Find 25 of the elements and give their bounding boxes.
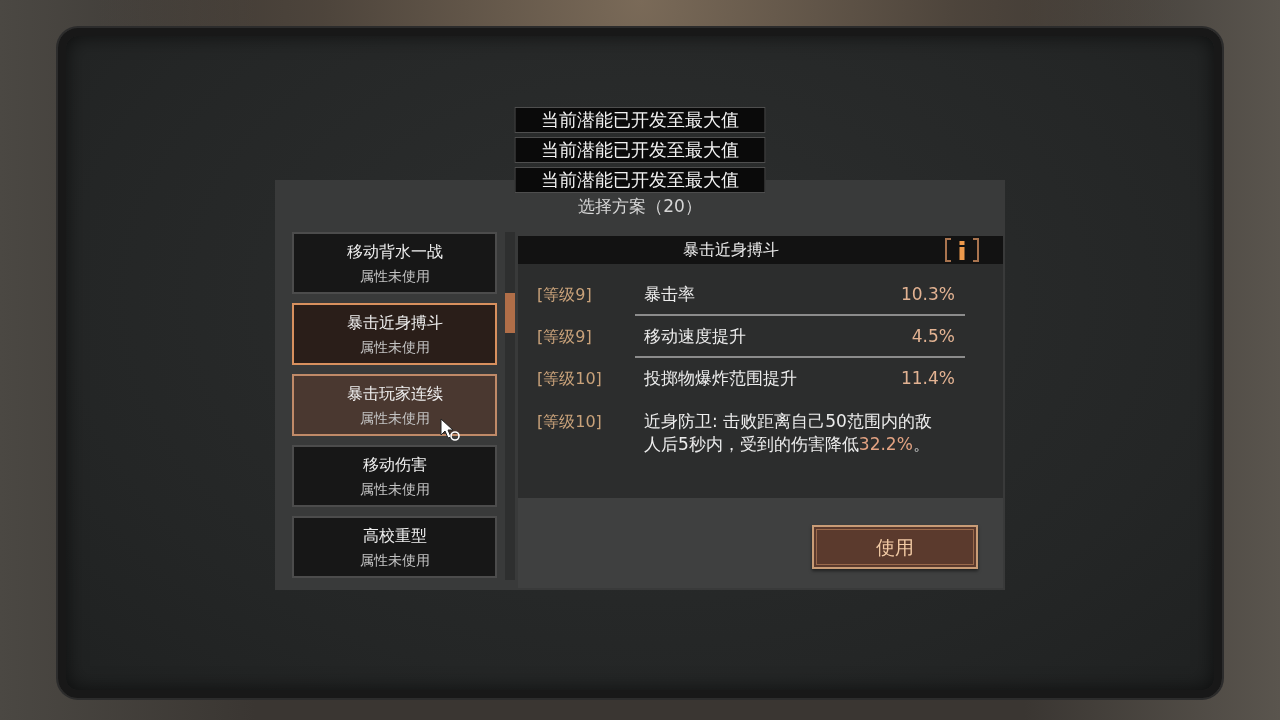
grade-label: [等级10] xyxy=(537,367,603,390)
grade-label: [等级10] xyxy=(537,411,603,433)
stat-name: 移动速度提升 xyxy=(644,325,746,347)
scrollbar-thumb[interactable] xyxy=(505,293,515,333)
effect-description: 近身防卫: 击败距离自己50范围内的敌人后5秒内，受到的伤害降低32.2%。 xyxy=(643,410,933,456)
stat-value: 10.3% xyxy=(901,283,955,305)
stat-value: 4.5% xyxy=(911,325,955,347)
use-button[interactable]: 使用 xyxy=(812,525,978,569)
stat-name: 投掷物爆炸范围提升 xyxy=(644,367,797,389)
grade-label: [等级9] xyxy=(537,325,593,348)
plan-list-item[interactable]: 暴击玩家连续 属性未使用 xyxy=(292,374,497,436)
detail-title: 暴击近身搏斗 xyxy=(681,240,780,260)
plan-list-item[interactable]: 高校重型 属性未使用 xyxy=(292,516,497,578)
dialog-title: 选择方案（20） xyxy=(578,196,702,217)
info-icon[interactable] xyxy=(943,237,981,263)
stat-name: 暴击率 xyxy=(644,283,695,305)
mouse-cursor-icon xyxy=(440,418,460,442)
plan-list-item[interactable]: 移动伤害 属性未使用 xyxy=(292,445,497,507)
stat-value: 11.4% xyxy=(901,367,955,389)
toast-message: 当前潜能已开发至最大值 xyxy=(514,167,766,193)
plan-list-item[interactable]: 暴击近身搏斗 属性未使用 xyxy=(292,303,497,365)
toast-message: 当前潜能已开发至最大值 xyxy=(514,137,766,163)
toast-message: 当前潜能已开发至最大值 xyxy=(514,107,766,133)
plan-list-item[interactable]: 移动背水一战 属性未使用 xyxy=(292,232,497,294)
grade-label: [等级9] xyxy=(537,283,593,306)
